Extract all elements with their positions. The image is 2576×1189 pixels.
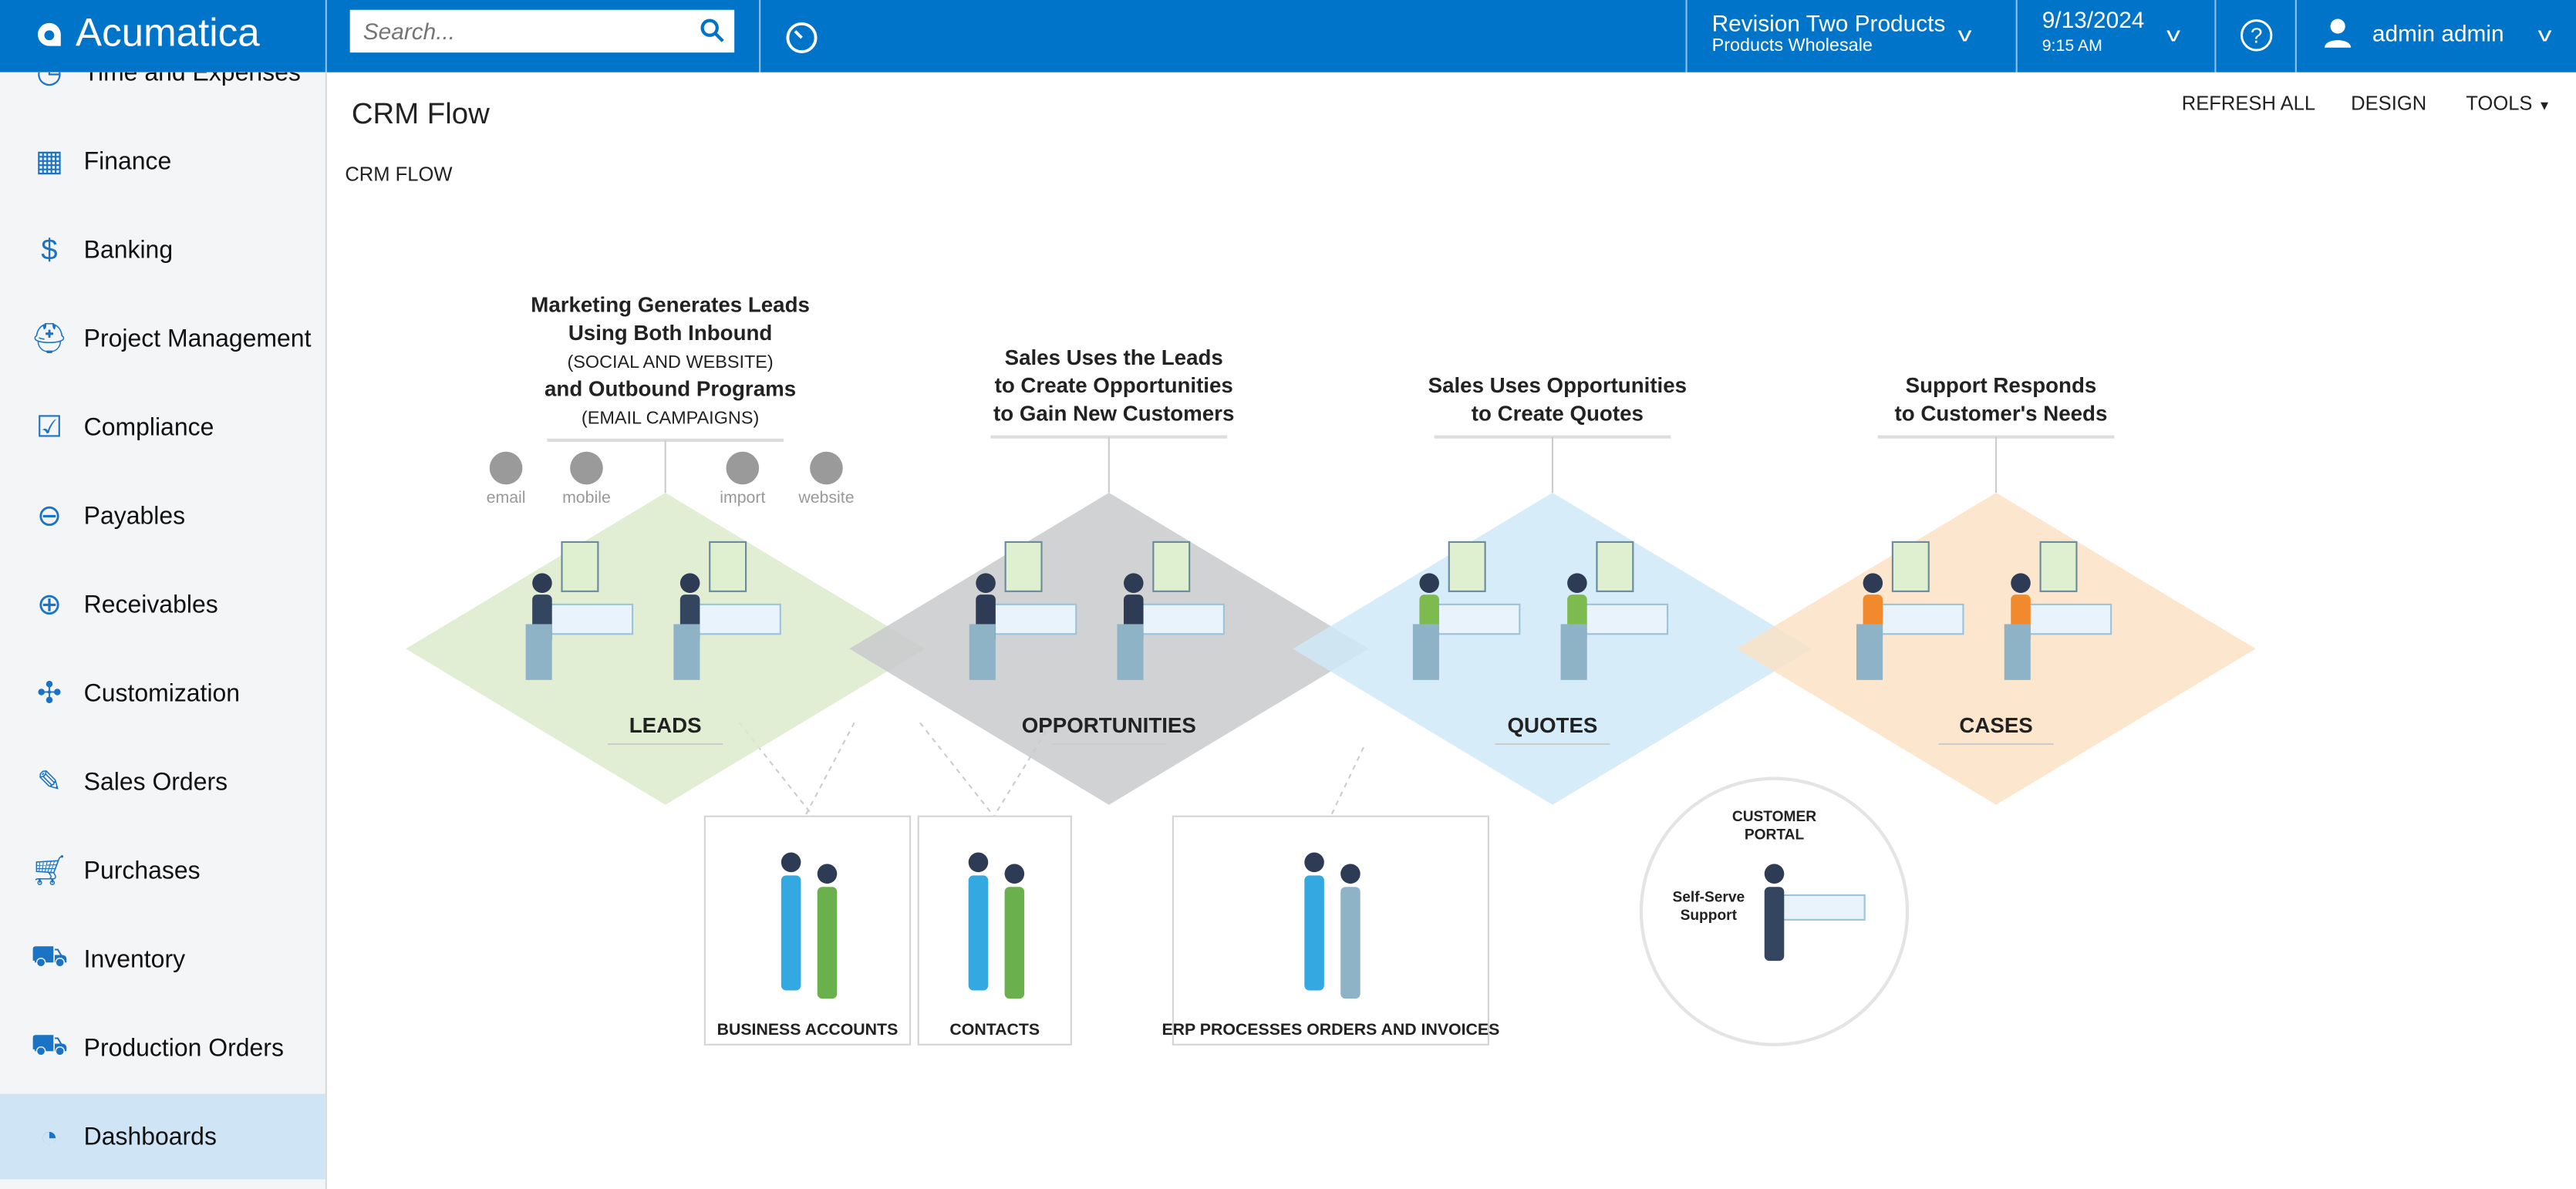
portal-subtitle: Support [1681,908,1738,924]
stage-diamond-leads [406,493,926,805]
illustration-box [917,815,1072,1046]
box-label: ERP PROCESSES ORDERS AND INVOICES [1162,1020,1499,1039]
stage-heading-line: Marketing Generates Leads [531,293,810,317]
person-head [1004,864,1025,884]
person-head [1340,864,1360,884]
person-head [976,573,996,593]
chair [1412,624,1439,680]
desk [1773,894,1866,921]
stage-label: CASES [1959,713,2032,737]
stage-heading-line: (SOCIAL AND WEBSITE) [567,352,773,372]
monitor [1448,541,1486,592]
desk [1436,603,1521,635]
person-body [1764,887,1785,962]
monitor [561,541,599,592]
stage-heading-line: to Gain New Customers [993,401,1234,425]
monitor [709,541,747,592]
person-head [1567,573,1587,593]
person-body [968,875,989,991]
person-body [817,887,838,999]
chair [1117,624,1144,680]
desk [697,603,781,635]
stage-heading-line: Sales Uses Opportunities [1428,373,1687,397]
stage-heading-line: Support Responds [1906,373,2097,397]
portal-title: PORTAL [1745,827,1805,843]
channel-label: email [487,488,526,507]
stage-heading-line: to Customer's Needs [1895,401,2108,425]
person-head [679,573,700,593]
person-body [1340,887,1360,999]
stage-heading-line: (EMAIL CAMPAIGNS) [582,408,759,428]
desk [1141,603,1225,635]
person-head [781,852,801,873]
channel-label: website [797,488,854,507]
mobile-icon [570,451,603,485]
website-icon [810,451,843,485]
monitor [1891,541,1930,592]
desk [1584,603,1669,635]
connector-line [1330,746,1364,817]
person-head [2011,573,2031,593]
person-body [781,875,801,991]
person-head [1419,573,1439,593]
chair [969,624,996,680]
monitor [1152,541,1191,592]
illustration-box [703,815,912,1046]
stage-label: OPPORTUNITIES [1022,713,1196,737]
chair [1856,624,1883,680]
box-label: BUSINESS ACCOUNTS [717,1020,899,1039]
person-head [1764,864,1785,884]
desk [993,603,1077,635]
illustration-box [1172,815,1489,1046]
person-head [968,852,989,873]
connector-line [919,722,995,817]
person-head [532,573,552,593]
monitor [2039,541,2078,592]
stage-heading-line: Using Both Inbound [568,321,773,345]
stage-diamond-quotes [1293,493,1812,805]
stage-label: LEADS [629,713,702,737]
channel-label: import [720,488,765,507]
connector-line [804,722,855,817]
monitor [1004,541,1043,592]
channel-label: mobile [562,488,611,507]
person-body [1004,887,1025,999]
chair [673,624,700,680]
person-body [1304,875,1324,991]
import-icon [726,451,760,485]
box-label: CONTACTS [949,1020,1040,1039]
email-icon [489,451,523,485]
person-head [817,864,838,884]
stage-diamond-opportunities [849,493,1369,805]
stage-heading-line: to Create Quotes [1472,401,1644,425]
person-head [1123,573,1144,593]
crm-flow-diagram: Marketing Generates Leads Using Both Inbo… [406,293,2256,1046]
stage-heading-line: to Create Opportunities [995,373,1233,397]
stage-heading-line: Sales Uses the Leads [1005,345,1223,369]
portal-subtitle: Self-Serve [1672,889,1745,905]
desk [1880,603,1964,635]
person-head [1304,852,1324,873]
stage-diamond-cases [1736,493,2256,805]
chair [1560,624,1587,680]
chair [2004,624,2031,680]
stage-heading-line: and Outbound Programs [545,376,796,400]
chair [525,624,552,680]
desk [549,603,634,635]
stage-label: QUOTES [1507,713,1597,737]
person-head [1863,573,1883,593]
desk [2028,603,2112,635]
monitor [1596,541,1634,592]
portal-title: CUSTOMER [1732,809,1816,825]
